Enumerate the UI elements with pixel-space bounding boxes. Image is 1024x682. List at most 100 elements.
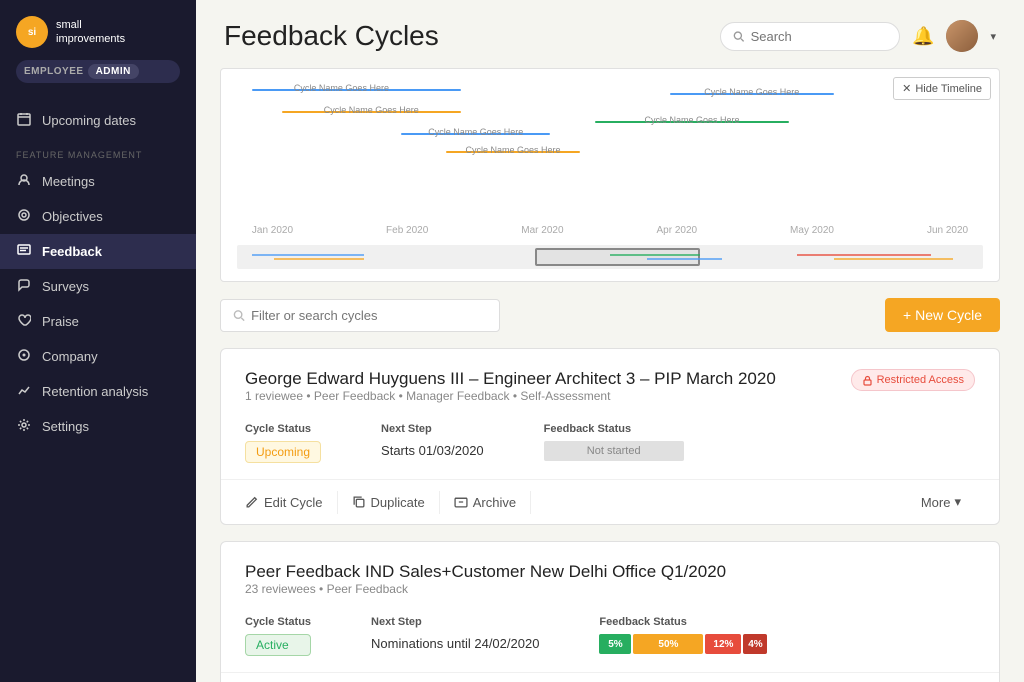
avatar-chevron[interactable]: ▾ <box>990 30 996 43</box>
more-action[interactable]: More ▾ <box>907 490 975 514</box>
meetings-icon <box>16 173 32 190</box>
timeline-chart: Cycle Name Goes Here Cycle Name Goes Her… <box>237 81 983 241</box>
minimap-bar <box>797 254 931 256</box>
logo-icon: si <box>16 16 48 48</box>
more-label: More <box>921 495 951 510</box>
status-bar-red-1: 12% <box>705 634 741 654</box>
cycle-2-next-step-item: Next Step Nominations until 24/02/2020 <box>371 616 539 656</box>
minimap-bar <box>252 254 364 256</box>
archive-label: Archive <box>473 495 516 510</box>
cycle-2-status-label: Cycle Status <box>245 616 311 628</box>
minimap-viewport[interactable] <box>535 248 699 266</box>
cycle-1-status-badge: Upcoming <box>245 441 321 463</box>
sidebar-label-objectives: Objectives <box>42 209 103 224</box>
sidebar-label-surveys: Surveys <box>42 279 89 294</box>
sidebar-item-retention[interactable]: Retention analysis <box>0 374 196 409</box>
month-label: Jun 2020 <box>927 225 968 236</box>
sidebar-item-settings[interactable]: Settings <box>0 409 196 444</box>
search-input[interactable] <box>751 29 887 44</box>
filter-search-input[interactable] <box>251 308 487 323</box>
feedback-status-bars: 5% 50% 12% 4% <box>599 634 767 654</box>
cycle-1-next-step: Starts 01/03/2020 <box>381 441 484 458</box>
cycle-2-title: Peer Feedback IND Sales+Customer New Del… <box>245 562 726 582</box>
role-toggle[interactable]: EMPLOYEE ADMIN <box>16 60 180 83</box>
avatar-image <box>946 20 978 52</box>
cycle-card-2: Peer Feedback IND Sales+Customer New Del… <box>220 541 1000 682</box>
feedback-status-item: Feedback Status Not started <box>544 423 684 463</box>
filter-search-icon <box>233 309 245 322</box>
sidebar-item-company[interactable]: Company <box>0 339 196 374</box>
month-label: Apr 2020 <box>656 225 697 236</box>
sidebar: si smallimprovements EMPLOYEE ADMIN Upco… <box>0 0 196 682</box>
company-icon <box>16 348 32 365</box>
cycle-card-1-header: George Edward Huyguens III – Engineer Ar… <box>245 369 975 419</box>
chevron-down-icon: ▾ <box>954 494 961 510</box>
edit-cycle-action[interactable]: Edit Cycle <box>245 491 338 514</box>
sidebar-item-feedback[interactable]: Feedback <box>0 234 196 269</box>
timeline-minimap <box>237 245 983 269</box>
cycle-status-item: Cycle Status Upcoming <box>245 423 321 463</box>
cycle-2-subtitle: 23 reviewees • Peer Feedback <box>245 582 726 596</box>
month-label: Mar 2020 <box>521 225 563 236</box>
archive-action[interactable]: Archive <box>440 491 531 514</box>
sidebar-item-surveys[interactable]: Surveys <box>0 269 196 304</box>
archive-icon <box>454 495 468 509</box>
filter-input-box[interactable] <box>220 299 500 332</box>
cycle-card-2-header: Peer Feedback IND Sales+Customer New Del… <box>245 562 975 612</box>
header: Feedback Cycles 🔔 ▾ <box>196 0 1024 68</box>
minimap-bar <box>274 258 364 260</box>
notification-bell[interactable]: 🔔 <box>912 26 934 47</box>
timeline-months: Jan 2020 Feb 2020 Mar 2020 Apr 2020 May … <box>237 225 983 236</box>
cycle-1-footer: Edit Cycle Duplicate Archive More ▾ <box>221 479 999 524</box>
cycle-card-1: George Edward Huyguens III – Engineer Ar… <box>220 348 1000 525</box>
retention-icon <box>16 383 32 400</box>
not-started-bar: Not started <box>544 441 684 461</box>
minimap-bar <box>647 258 722 260</box>
sidebar-item-meetings[interactable]: Meetings <box>0 164 196 199</box>
main-content: Feedback Cycles 🔔 ▾ ✕ Hide Timeline Cycl… <box>196 0 1024 682</box>
calendar-icon <box>16 112 32 129</box>
avatar[interactable] <box>946 20 978 52</box>
sidebar-item-objectives[interactable]: Objectives <box>0 199 196 234</box>
next-step-item: Next Step Starts 01/03/2020 <box>381 423 484 463</box>
restricted-badge: Restricted Access <box>851 369 975 391</box>
sidebar-nav: Upcoming dates FEATURE MANAGEMENT Meetin… <box>0 95 196 682</box>
restricted-label: Restricted Access <box>877 374 964 386</box>
cycle-1-meta: Cycle Status Upcoming Next Step Starts 0… <box>245 423 975 463</box>
status-bar-red-2: 4% <box>743 634 767 654</box>
duplicate-action[interactable]: Duplicate <box>338 491 440 514</box>
timeline-label: Cycle Name Goes Here <box>704 87 799 97</box>
status-bar-green: 5% <box>599 634 631 654</box>
cycle-2-feedback-status-label: Feedback Status <box>599 616 767 628</box>
minimap-bar <box>834 258 953 260</box>
new-cycle-button[interactable]: + New Cycle <box>885 298 1000 332</box>
next-step-label: Next Step <box>381 423 484 435</box>
cycle-2-feedback-status-item: Feedback Status 5% 50% 12% 4% <box>599 616 767 656</box>
month-label: Feb 2020 <box>386 225 428 236</box>
timeline-label: Cycle Name Goes Here <box>645 115 740 125</box>
role-admin[interactable]: ADMIN <box>88 64 139 79</box>
cycle-1-subtitle: 1 reviewee • Peer Feedback • Manager Fee… <box>245 389 776 403</box>
cycle-2-next-step: Nominations until 24/02/2020 <box>371 634 539 651</box>
lock-icon <box>862 375 873 386</box>
sidebar-label-settings: Settings <box>42 419 89 434</box>
sidebar-label-company: Company <box>42 349 98 364</box>
sidebar-logo: si smallimprovements <box>0 0 196 60</box>
sidebar-label-meetings: Meetings <box>42 174 95 189</box>
timeline-label: Cycle Name Goes Here <box>294 83 389 93</box>
role-employee[interactable]: EMPLOYEE <box>24 66 84 77</box>
status-bar-yellow: 50% <box>633 634 703 654</box>
edit-icon <box>245 495 259 509</box>
sidebar-item-praise[interactable]: Praise <box>0 304 196 339</box>
cycle-2-status-badge: Active <box>245 634 311 656</box>
sidebar-label-upcoming: Upcoming dates <box>42 113 136 128</box>
search-box[interactable] <box>720 22 900 51</box>
month-label: May 2020 <box>790 225 834 236</box>
praise-icon <box>16 313 32 330</box>
duplicate-label: Duplicate <box>371 495 425 510</box>
page-title: Feedback Cycles <box>224 20 439 52</box>
sidebar-item-upcoming-dates[interactable]: Upcoming dates <box>0 103 196 138</box>
search-icon <box>733 30 745 43</box>
cycle-2-meta: Cycle Status Active Next Step Nomination… <box>245 616 975 656</box>
sidebar-label-retention: Retention analysis <box>42 384 148 399</box>
